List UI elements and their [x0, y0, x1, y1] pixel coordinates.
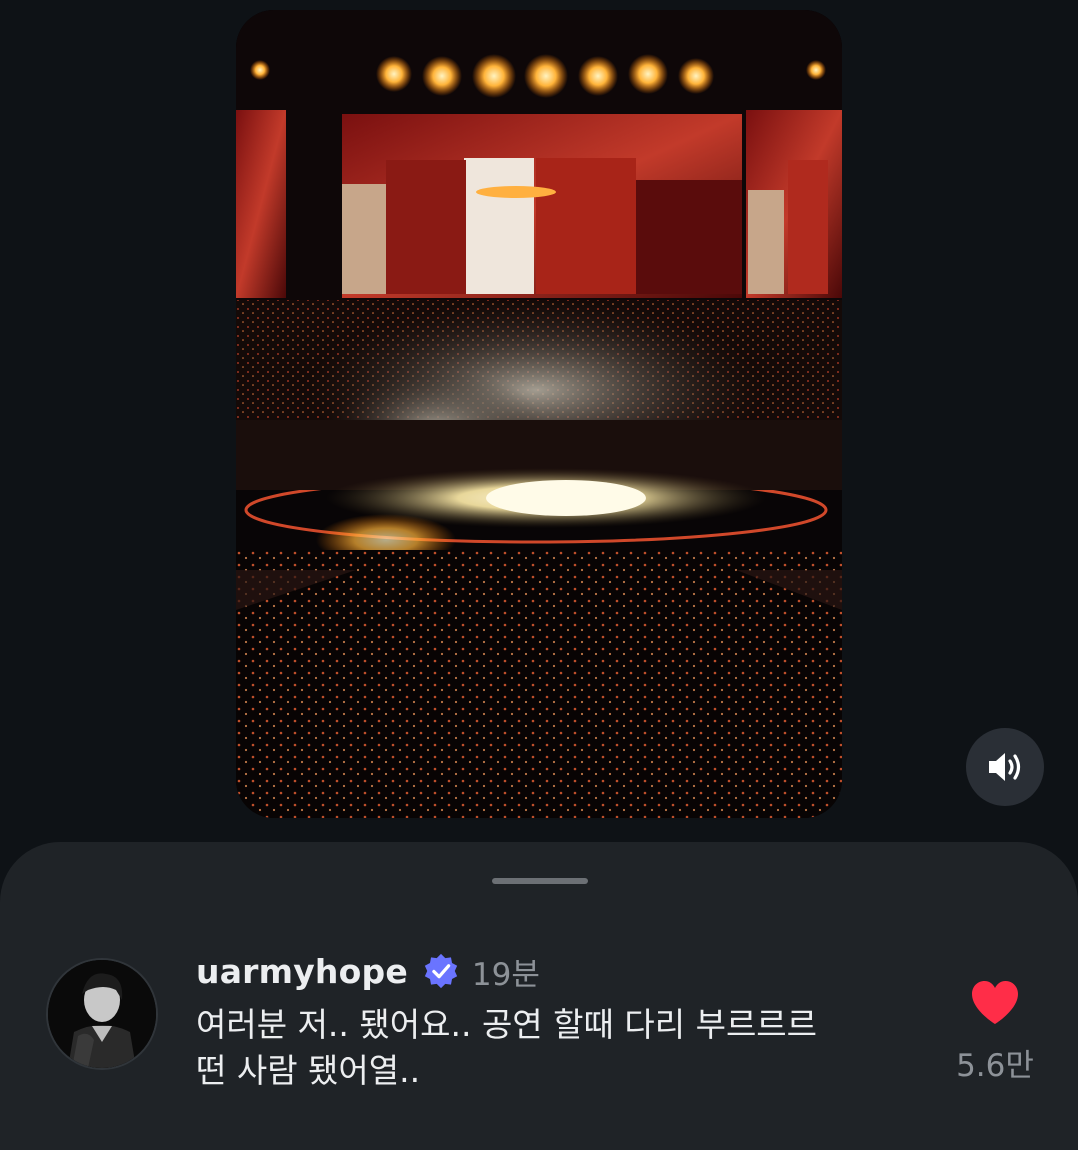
- comment-header: uarmyhope 19분: [196, 946, 540, 996]
- username[interactable]: uarmyhope: [196, 952, 408, 991]
- like-group: 5.6만: [940, 980, 1050, 1085]
- comment-body: 여러분 저.. 됐어요.. 공연 할때 다리 부르르르 떤 사람 됐어열..: [196, 1002, 926, 1094]
- concert-photo: [236, 10, 842, 818]
- sound-toggle-button[interactable]: [966, 728, 1044, 806]
- verified-badge-icon: [424, 953, 458, 989]
- comments-sheet: uarmyhope 19분 여러분 저.. 됐어요.. 공연 할때 다리 부르르…: [0, 842, 1078, 1150]
- avatar[interactable]: [48, 960, 156, 1068]
- profile-photo: [48, 960, 156, 1068]
- post-media[interactable]: [236, 10, 842, 818]
- screen: uarmyhope 19분 여러분 저.. 됐어요.. 공연 할때 다리 부르르…: [0, 0, 1078, 1150]
- comment-line-1: 여러분 저.. 됐어요.. 공연 할때 다리 부르르르: [196, 1005, 818, 1044]
- like-count: 5.6만: [956, 1048, 1034, 1084]
- comment-line-2: 떤 사람 됐어열..: [196, 1051, 421, 1090]
- comment-timestamp: 19분: [471, 956, 540, 993]
- sheet-drag-handle[interactable]: [492, 878, 588, 884]
- heart-icon[interactable]: [969, 980, 1021, 1026]
- speaker-volume-icon: [989, 753, 1021, 781]
